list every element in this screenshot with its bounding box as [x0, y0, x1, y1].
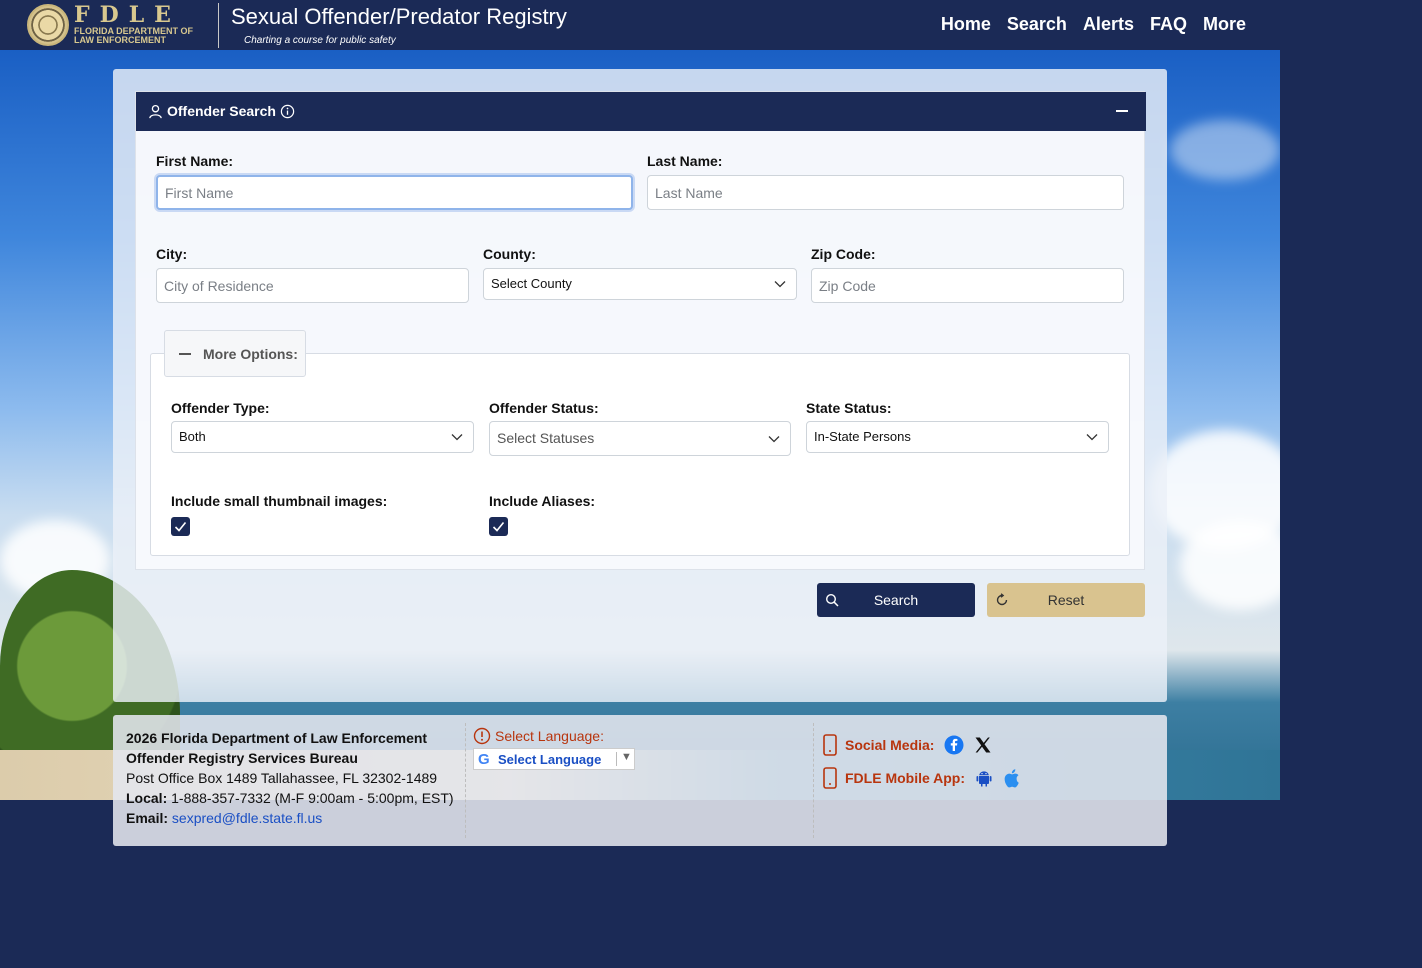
search-button[interactable]: Search	[817, 583, 975, 617]
dropdown-arrow-icon: ▼	[621, 751, 632, 763]
offender-search-title: Offender Search	[167, 103, 276, 119]
first-name-input[interactable]	[156, 175, 633, 210]
state-status-label: State Status:	[806, 400, 892, 416]
google-icon: G	[478, 751, 490, 768]
offender-type-label: Offender Type:	[171, 400, 270, 416]
apple-icon[interactable]	[1003, 768, 1021, 788]
chevron-down-icon	[451, 434, 463, 441]
main-nav: Home Search Alerts FAQ More	[941, 12, 1246, 36]
last-name-input[interactable]	[647, 175, 1124, 210]
offender-search-card: Offender Search First Name: Last Name: C…	[135, 91, 1146, 570]
state-status-select[interactable]: In-State Persons	[806, 421, 1109, 453]
footer-bureau: Offender Registry Services Bureau	[126, 750, 358, 766]
aliases-label: Include Aliases:	[489, 493, 596, 509]
info-icon[interactable]	[280, 104, 295, 119]
person-icon	[149, 104, 162, 118]
language-select[interactable]: G Select Language ▼	[473, 748, 635, 770]
county-select[interactable]: Select County	[483, 268, 797, 300]
footer-local-label: Local:	[126, 790, 168, 806]
footer-local-phone: 1-888-357-7332 (M-F 9:00am - 5:00pm, EST…	[171, 790, 454, 806]
minus-icon	[179, 353, 191, 355]
footer-contact: 2026 Florida Department of Law Enforceme…	[126, 728, 454, 828]
fdle-seal-logo[interactable]	[27, 4, 69, 46]
nav-more[interactable]: More	[1203, 12, 1246, 36]
nav-home[interactable]: Home	[941, 12, 991, 36]
fdle-logo-subtitle: FLORIDA DEPARTMENT OF LAW ENFORCEMENT	[74, 26, 193, 45]
footer-divider	[813, 723, 814, 838]
facebook-icon[interactable]	[944, 735, 964, 755]
city-input[interactable]	[156, 268, 469, 303]
mobile-app-label: FDLE Mobile App:	[845, 770, 966, 786]
fdle-logo-text[interactable]: FDLE	[74, 4, 181, 26]
phone-icon	[823, 767, 837, 789]
search-panel: Offender Search First Name: Last Name: C…	[113, 69, 1167, 702]
checkmark-icon	[174, 521, 187, 532]
thumbnails-label: Include small thumbnail images:	[171, 493, 388, 509]
more-options-toggle[interactable]: More Options:	[164, 330, 306, 377]
chevron-down-icon	[774, 281, 786, 288]
phone-icon	[823, 734, 837, 756]
footer-email-link[interactable]: sexpred@fdle.state.fl.us	[172, 810, 322, 826]
first-name-label: First Name:	[156, 153, 234, 169]
x-twitter-icon[interactable]	[974, 736, 992, 754]
footer-divider	[465, 723, 466, 838]
chevron-down-icon	[768, 436, 780, 443]
zip-code-label: Zip Code:	[811, 246, 876, 262]
footer-address: Post Office Box 1489 Tallahassee, FL 323…	[126, 770, 438, 786]
county-label: County:	[483, 246, 536, 262]
alert-circle-icon	[473, 727, 491, 745]
header-divider	[218, 3, 219, 48]
offender-search-header: Offender Search	[136, 92, 1146, 131]
chevron-down-icon	[1086, 434, 1098, 441]
site-footer: 2026 Florida Department of Law Enforceme…	[113, 715, 1167, 846]
reset-button[interactable]: Reset	[987, 583, 1145, 617]
site-header: FDLE FLORIDA DEPARTMENT OF LAW ENFORCEME…	[0, 0, 1422, 50]
offender-status-select[interactable]: Select Statuses	[489, 421, 791, 456]
zip-code-input[interactable]	[811, 268, 1124, 303]
offender-type-select[interactable]: Both	[171, 421, 474, 453]
nav-alerts[interactable]: Alerts	[1083, 12, 1134, 36]
footer-email-label: Email:	[126, 810, 169, 826]
site-tagline: Charting a course for public safety	[244, 35, 396, 46]
aliases-checkbox[interactable]	[489, 517, 508, 536]
collapse-card-button[interactable]	[1116, 110, 1128, 112]
footer-org: 2026 Florida Department of Law Enforceme…	[126, 730, 428, 746]
language-label: Select Language:	[495, 728, 604, 744]
offender-status-label: Offender Status:	[489, 400, 599, 416]
site-title: Sexual Offender/Predator Registry	[231, 4, 567, 29]
nav-faq[interactable]: FAQ	[1150, 12, 1187, 36]
thumbnails-checkbox[interactable]	[171, 517, 190, 536]
nav-search[interactable]: Search	[1007, 12, 1067, 36]
social-media-label: Social Media:	[845, 737, 935, 753]
city-label: City:	[156, 246, 188, 262]
last-name-label: Last Name:	[647, 153, 723, 169]
android-icon[interactable]	[975, 769, 993, 787]
checkmark-icon	[492, 521, 505, 532]
